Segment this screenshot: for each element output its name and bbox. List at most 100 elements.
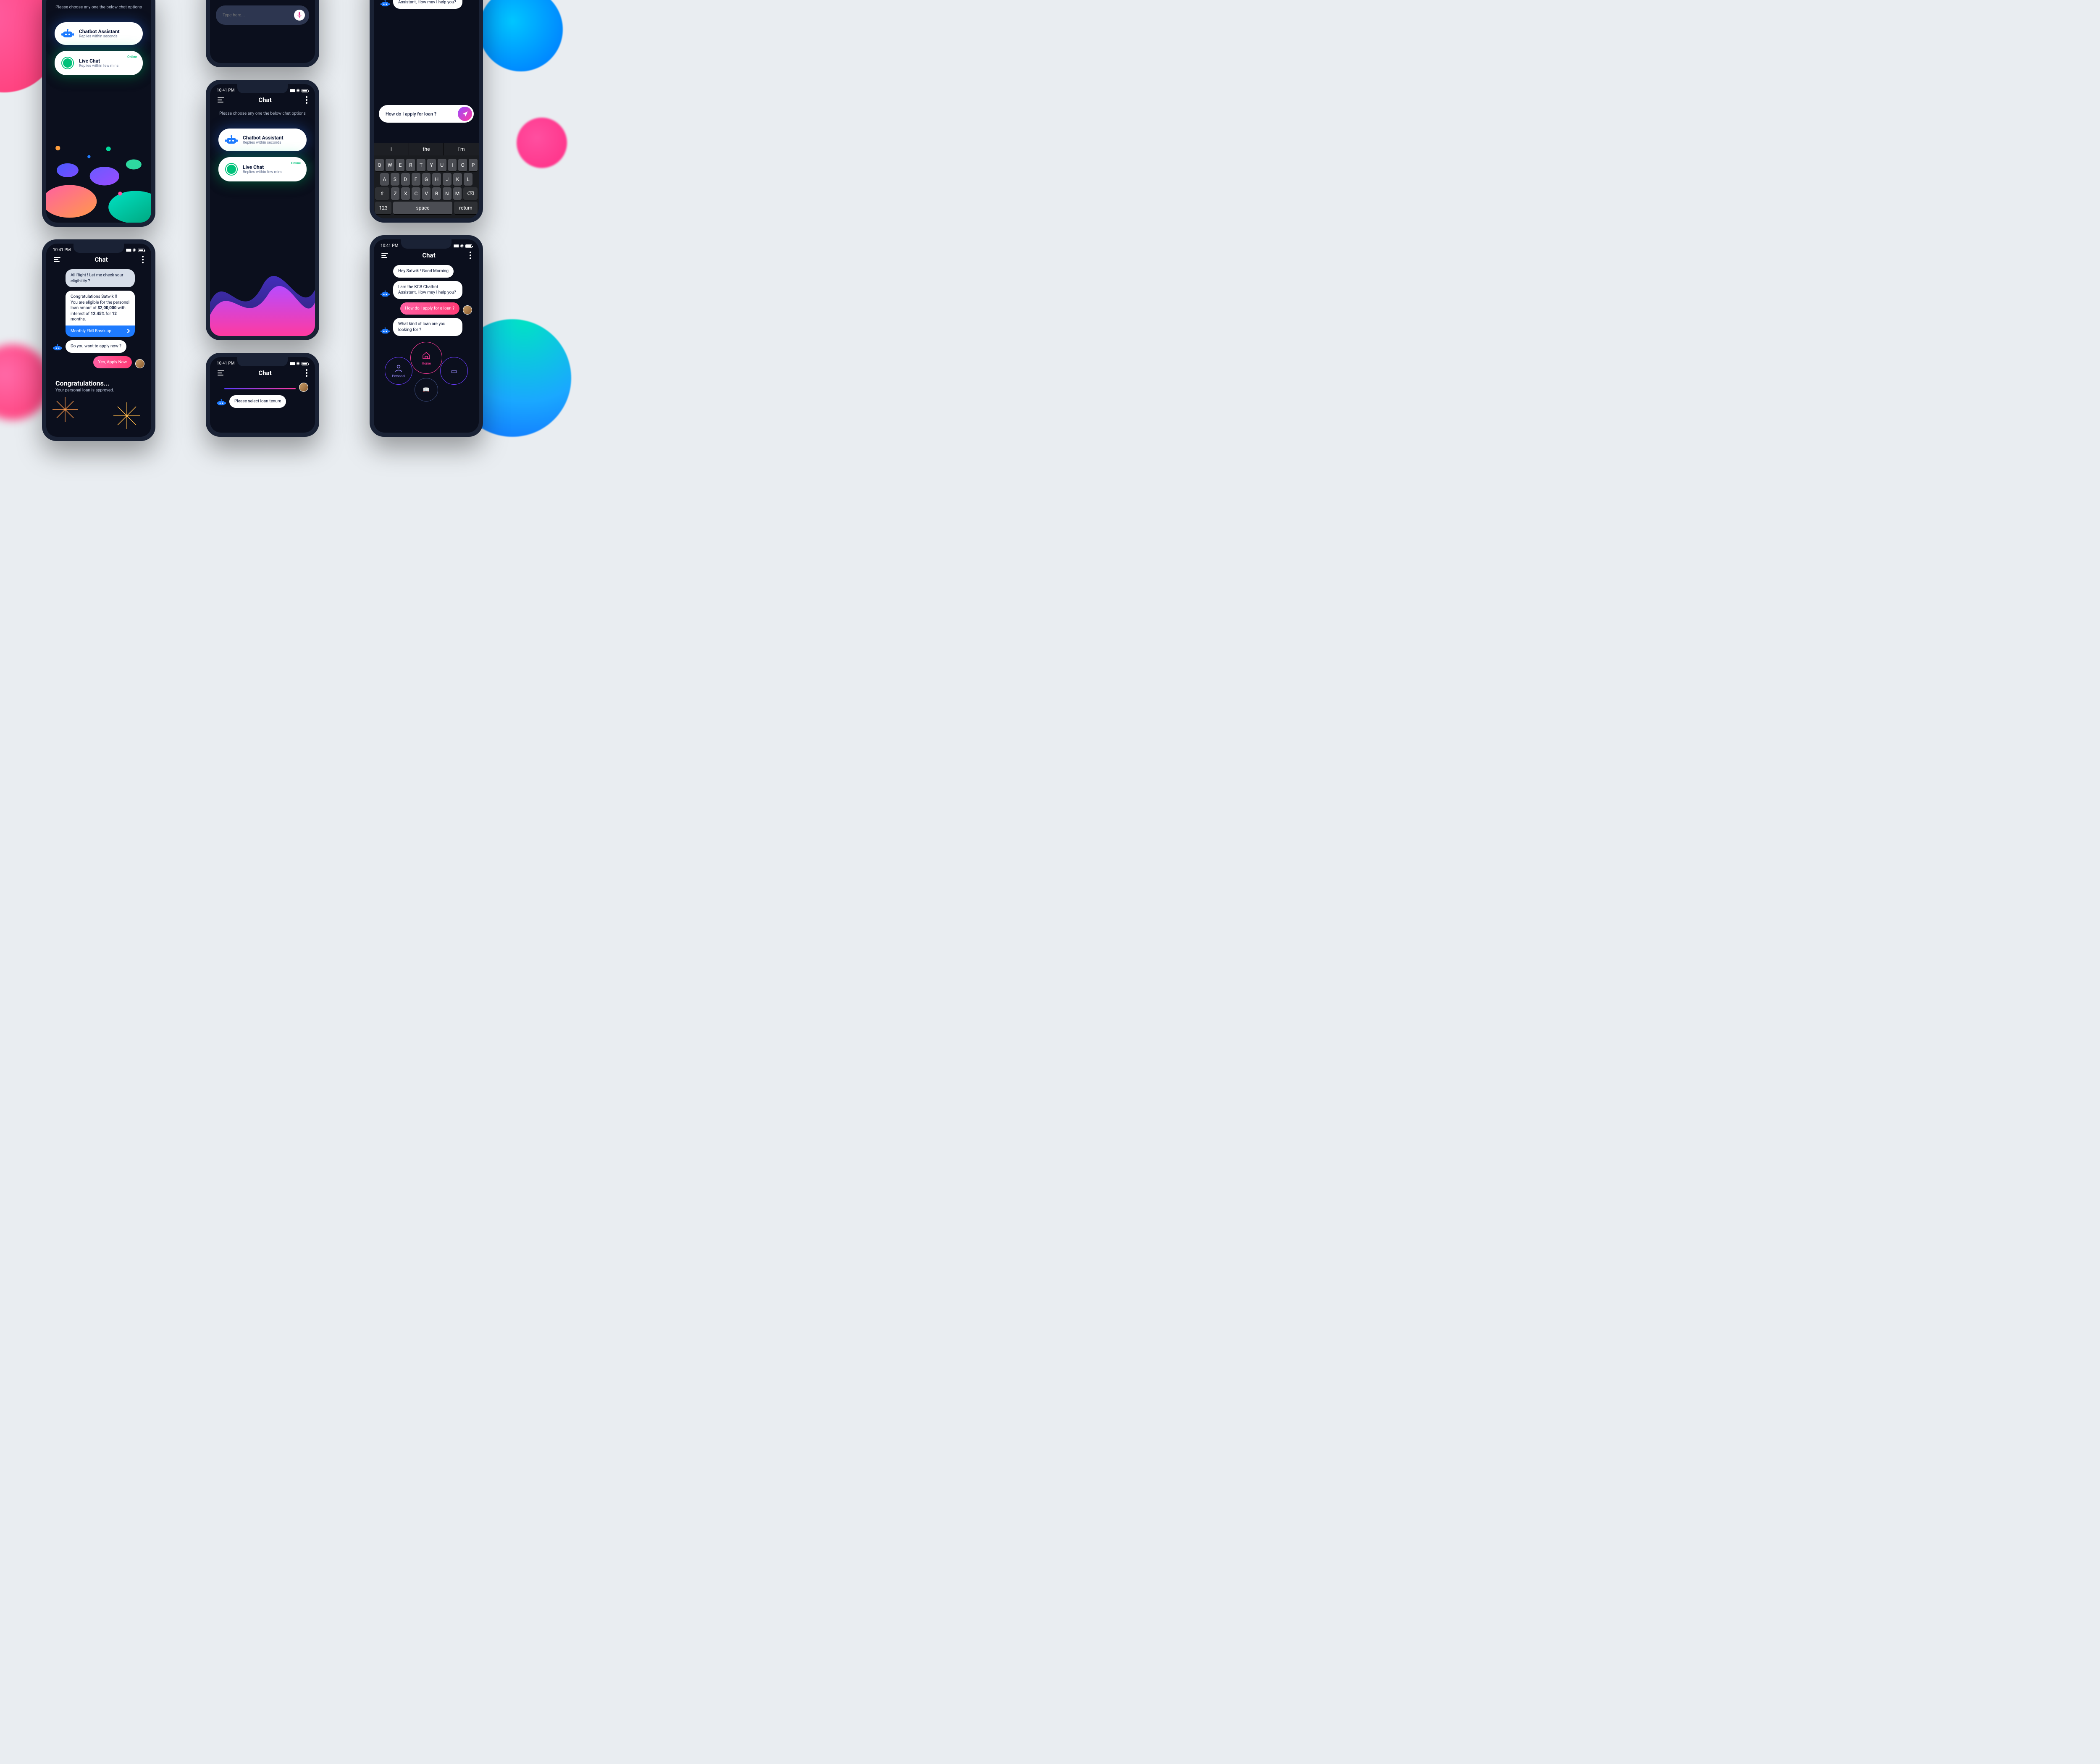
firework-decoration bbox=[50, 395, 80, 424]
page-title: Chat bbox=[258, 369, 271, 377]
key-e[interactable]: E bbox=[396, 159, 405, 171]
chatbot-assistant-option[interactable]: Chatbot Assistant Replies within seconds bbox=[218, 129, 307, 151]
user-reply[interactable]: Yes, Apply Now bbox=[93, 356, 132, 369]
more-icon[interactable] bbox=[306, 96, 307, 104]
bot-icon bbox=[225, 134, 238, 145]
key-w[interactable]: W bbox=[386, 159, 394, 171]
key-u[interactable]: U bbox=[438, 159, 446, 171]
key-t[interactable]: T bbox=[417, 159, 425, 171]
key-n[interactable]: N bbox=[443, 187, 452, 200]
bot-message: Please select loan tenure bbox=[229, 395, 286, 408]
key-v[interactable]: V bbox=[422, 187, 431, 200]
more-icon[interactable] bbox=[306, 369, 307, 377]
key-r[interactable]: R bbox=[406, 159, 415, 171]
menu-icon[interactable] bbox=[218, 370, 224, 375]
emi-breakup-button[interactable]: Monthly EMI Break up bbox=[66, 326, 135, 337]
shift-key[interactable]: ⇧ bbox=[375, 187, 389, 200]
key-f[interactable]: F bbox=[412, 173, 420, 186]
option-subtitle: Replies within few mins bbox=[79, 64, 118, 68]
bot-message: I am the KCB Chatbot Assistant, How may … bbox=[393, 281, 462, 299]
menu-icon[interactable] bbox=[218, 97, 224, 102]
key-o[interactable]: O bbox=[458, 159, 467, 171]
page-title: Chat bbox=[422, 252, 435, 259]
bot-avatar-icon bbox=[217, 399, 226, 408]
chatbot-assistant-option[interactable]: Chatbot Assistant Replies within seconds bbox=[55, 22, 143, 45]
user-avatar bbox=[463, 305, 472, 315]
key-b[interactable]: B bbox=[432, 187, 441, 200]
menu-icon[interactable] bbox=[54, 257, 60, 262]
loan-type-education[interactable]: 📖 bbox=[415, 378, 438, 402]
congrats-title: Congratulations... bbox=[55, 379, 142, 387]
loan-type-other[interactable]: ▭ bbox=[440, 357, 468, 385]
key-l[interactable]: L bbox=[464, 173, 472, 186]
return-key[interactable]: return bbox=[454, 202, 478, 214]
book-icon: ▭ bbox=[451, 367, 457, 375]
page-title: Chat bbox=[258, 96, 271, 104]
key-x[interactable]: X bbox=[401, 187, 410, 200]
more-icon[interactable] bbox=[142, 256, 144, 263]
menu-icon[interactable] bbox=[381, 253, 388, 258]
bot-avatar-icon bbox=[381, 290, 390, 299]
option-title: Chatbot Assistant bbox=[79, 29, 120, 34]
option-title: Live Chat bbox=[243, 164, 282, 170]
key-k[interactable]: K bbox=[453, 173, 462, 186]
status-time: 10:41 PM bbox=[53, 248, 71, 252]
key-h[interactable]: H bbox=[432, 173, 441, 186]
chat-options-prompt: Please choose any one the below chat opt… bbox=[210, 108, 315, 123]
key-s[interactable]: S bbox=[391, 173, 399, 186]
phone-loan-type: 10:41 PM Chat Hey Satwik ! Good Morning … bbox=[370, 235, 483, 437]
key-j[interactable]: J bbox=[443, 173, 452, 186]
chat-input-text[interactable]: How do I apply for loan ? bbox=[386, 111, 458, 117]
user-avatar bbox=[299, 383, 308, 392]
key-y[interactable]: Y bbox=[427, 159, 436, 171]
person-icon bbox=[394, 364, 403, 373]
bot-icon bbox=[61, 28, 74, 39]
phone-eligibility-chat: 10:41 PM Chat All Right ! Let me check y… bbox=[42, 239, 155, 441]
chat-input-bar[interactable] bbox=[216, 5, 309, 25]
phone-loan-tenure: 10:41 PM Chat Please select loan tenure bbox=[206, 353, 319, 437]
option-subtitle: Replies within few mins bbox=[243, 170, 282, 174]
key-a[interactable]: A bbox=[380, 173, 389, 186]
key-m[interactable]: M bbox=[453, 187, 462, 200]
status-time: 10:41 PM bbox=[381, 244, 398, 248]
key-p[interactable]: P bbox=[469, 159, 478, 171]
signal-icon bbox=[289, 88, 294, 93]
battery-icon bbox=[302, 89, 308, 92]
keyboard-suggestions[interactable]: I the I'm bbox=[374, 143, 479, 155]
key-i[interactable]: I bbox=[448, 159, 457, 171]
delete-key[interactable]: ⌫ bbox=[463, 187, 478, 200]
online-badge: Online bbox=[127, 55, 137, 59]
bot-message: Hey Satwik ! Good Morning bbox=[393, 265, 454, 278]
key-c[interactable]: C bbox=[412, 187, 420, 200]
mic-button[interactable] bbox=[294, 10, 305, 21]
send-icon bbox=[462, 110, 468, 117]
home-icon bbox=[422, 351, 431, 360]
chat-text-input[interactable] bbox=[223, 13, 294, 18]
onscreen-keyboard[interactable]: QWERTYUIOP ASDFGHJKL ⇧ ZXCVBNM ⌫ 123 spa… bbox=[374, 155, 479, 218]
key-d[interactable]: D bbox=[401, 173, 410, 186]
phone-chat-options-decor: Please choose any one the below chat opt… bbox=[42, 0, 155, 227]
bot-message: What kind of loan are you looking for ? bbox=[393, 318, 462, 336]
phone-chat-options-main: 10:41 PM Chat Please choose any one the … bbox=[206, 80, 319, 340]
numbers-key[interactable]: 123 bbox=[375, 202, 391, 214]
page-title: Chat bbox=[94, 256, 108, 263]
online-badge: Online bbox=[291, 161, 301, 165]
live-chat-option[interactable]: Online Live Chat Replies within few mins bbox=[55, 51, 143, 75]
key-z[interactable]: Z bbox=[391, 187, 400, 200]
wifi-icon bbox=[296, 88, 300, 93]
wave-decoration bbox=[210, 252, 315, 336]
status-time: 10:41 PM bbox=[217, 361, 234, 366]
bot-message: All Right ! Let me check your eligibilit… bbox=[66, 269, 135, 287]
key-q[interactable]: Q bbox=[375, 159, 384, 171]
send-button[interactable] bbox=[458, 107, 472, 121]
space-key[interactable]: space bbox=[393, 202, 452, 214]
more-icon[interactable] bbox=[470, 252, 471, 259]
loan-type-personal[interactable]: Personal bbox=[385, 357, 412, 385]
chat-input-bar[interactable]: How do I apply for loan ? bbox=[379, 105, 474, 123]
bot-message: Do you want to apply now ? bbox=[66, 340, 126, 353]
key-g[interactable]: G bbox=[422, 173, 431, 186]
book-icon: 📖 bbox=[423, 387, 430, 393]
chevron-right-icon bbox=[127, 329, 130, 333]
live-chat-option[interactable]: Online Live Chat Replies within few mins bbox=[218, 157, 307, 181]
loan-type-home[interactable]: Home bbox=[410, 342, 442, 374]
